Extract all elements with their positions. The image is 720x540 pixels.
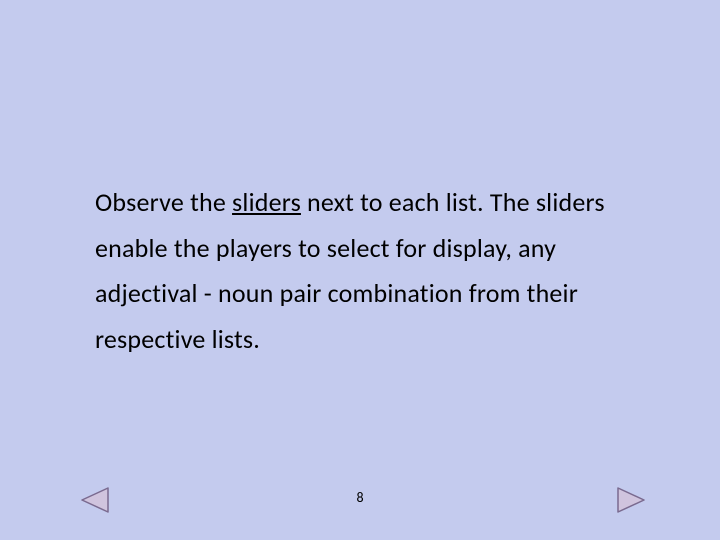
body-pre: Observe the <box>95 186 232 218</box>
next-slide-button[interactable] <box>614 486 648 514</box>
triangle-left-icon <box>78 486 112 514</box>
prev-slide-button[interactable] <box>78 486 112 514</box>
triangle-right-icon <box>614 486 648 514</box>
body-text: Observe the sliders next to each list. T… <box>95 180 635 362</box>
body-underlined: sliders <box>232 186 301 218</box>
